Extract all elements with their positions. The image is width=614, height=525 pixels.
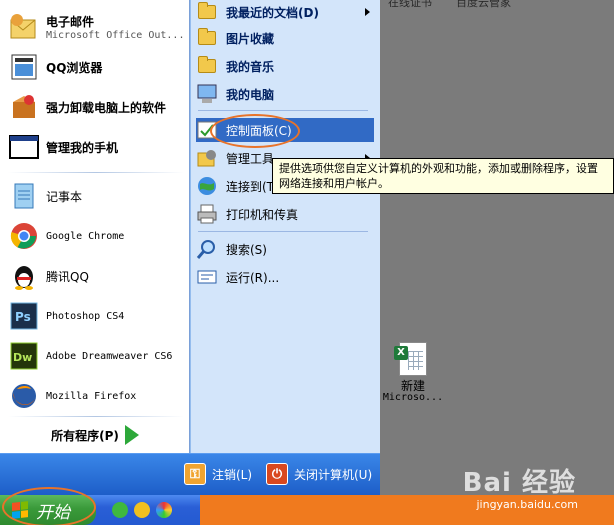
menu-divider — [8, 416, 184, 417]
menu-item-label: 管理我的手机 — [46, 140, 119, 155]
photoshop-icon: Ps — [8, 300, 40, 332]
menu-item-pictures[interactable]: 图片收藏 — [196, 26, 374, 50]
menu-item-label: 我的电脑 — [226, 87, 275, 102]
start-highlight-ring — [2, 487, 96, 525]
menu-item-label: QQ浏览器 — [46, 60, 103, 75]
power-icon: ⏻ — [266, 463, 288, 485]
logoff-label: 注销(L) — [212, 467, 253, 482]
all-programs-label: 所有程序(P) — [51, 428, 119, 443]
dreamweaver-icon: Dw — [8, 340, 40, 372]
menu-item-sublabel: Microsoft Office Out... — [46, 30, 185, 41]
menu-item-label: 我最近的文档(D) — [226, 5, 319, 20]
menu-item-my-computer[interactable]: 我的电脑 — [196, 82, 374, 106]
menu-item-email[interactable]: 电子邮件 Microsoft Office Out... — [0, 8, 190, 46]
run-icon — [196, 266, 218, 288]
uninstall-icon — [8, 91, 40, 123]
menu-item-music[interactable]: 我的音乐 — [196, 54, 374, 78]
menu-item-label: 腾讯QQ — [46, 269, 89, 284]
qq-browser-icon — [8, 51, 40, 83]
menu-item-label: Mozilla Firefox — [46, 390, 137, 402]
desktop-icon-new-excel[interactable]: X 新建 Microso... — [378, 342, 448, 404]
svg-text:Dw: Dw — [13, 351, 32, 364]
menu-item-run[interactable]: 运行(R)... — [196, 265, 374, 289]
menu-item-search[interactable]: 搜索(S) — [196, 237, 374, 261]
watermark-url: jingyan.baidu.com — [476, 498, 578, 511]
baidu-watermark: Bai 经验 — [462, 468, 576, 498]
menu-item-phone-manager[interactable]: 管理我的手机 — [0, 128, 190, 166]
start-menu-left-pane: 电子邮件 Microsoft Office Out... QQ浏览器 强力卸载电… — [0, 0, 190, 453]
music-folder-icon — [196, 55, 218, 77]
menu-item-dreamweaver[interactable]: Dw Adobe Dreamweaver CS6 — [0, 337, 190, 375]
menu-item-label: Photoshop CS4 — [46, 310, 125, 322]
menu-item-label: Google Chrome — [46, 230, 125, 242]
control-panel-tooltip: 提供选项供您自定义计算机的外观和功能，添加或删除程序，设置网络连接和用户帐户。 — [272, 158, 614, 194]
menu-item-label: 连接到(T) — [226, 179, 279, 194]
menu-item-uninstall[interactable]: 强力卸载电脑上的软件 — [0, 88, 190, 126]
excel-file-icon: X — [394, 342, 427, 376]
desktop-label[interactable]: 百度云管家 — [456, 0, 511, 10]
menu-item-label: Adobe Dreamweaver CS6 — [46, 350, 173, 362]
menu-item-printers[interactable]: 打印机和传真 — [196, 202, 374, 226]
logoff-button[interactable]: ⚿ 注销(L) — [184, 460, 252, 488]
submenu-arrow-icon — [365, 8, 370, 16]
recent-docs-icon — [196, 1, 218, 23]
menu-item-qq-browser[interactable]: QQ浏览器 — [0, 48, 190, 86]
search-icon — [196, 238, 218, 260]
shutdown-button[interactable]: ⏻ 关闭计算机(U) — [266, 460, 372, 488]
svg-text:Ps: Ps — [15, 310, 31, 324]
desktop-label[interactable]: 在线证书 — [388, 0, 432, 10]
menu-item-label: 搜索(S) — [226, 242, 267, 257]
menu-divider — [198, 231, 368, 232]
connect-to-icon — [196, 175, 218, 197]
shutdown-label: 关闭计算机(U) — [294, 467, 373, 482]
menu-item-label: 管理工具 — [226, 151, 275, 166]
my-computer-icon — [196, 83, 218, 105]
menu-item-qq[interactable]: 腾讯QQ — [0, 257, 190, 295]
green-arrow-icon — [124, 425, 139, 445]
start-menu: 电子邮件 Microsoft Office Out... QQ浏览器 强力卸载电… — [0, 0, 380, 495]
chrome-icon — [8, 220, 40, 252]
all-programs-button[interactable]: 所有程序(P) — [0, 418, 190, 452]
quicklaunch-icon[interactable] — [134, 502, 150, 518]
menu-item-chrome[interactable]: Google Chrome — [0, 217, 190, 255]
menu-item-label: 打印机和传真 — [226, 207, 299, 222]
menu-item-label: 电子邮件 — [46, 15, 95, 29]
menu-divider — [8, 172, 184, 173]
menu-item-label: 记事本 — [46, 189, 83, 204]
menu-item-label: 图片收藏 — [226, 31, 275, 46]
highlight-ring — [210, 114, 300, 148]
menu-item-notepad[interactable]: 记事本 — [0, 177, 190, 215]
menu-item-photoshop[interactable]: Ps Photoshop CS4 — [0, 297, 190, 335]
firefox-icon — [8, 380, 40, 412]
printer-icon — [196, 203, 218, 225]
phone-manager-icon — [8, 131, 40, 163]
key-icon: ⚿ — [184, 463, 206, 485]
qq-penguin-icon — [8, 260, 40, 292]
menu-item-label: 强力卸载电脑上的软件 — [46, 100, 167, 115]
outlook-icon — [8, 11, 40, 43]
admin-tools-icon — [196, 147, 218, 169]
desktop-icon-label: 新建 — [400, 379, 425, 393]
quicklaunch-icon[interactable] — [112, 502, 128, 518]
menu-item-firefox[interactable]: Mozilla Firefox — [0, 377, 190, 415]
notepad-icon — [8, 180, 40, 212]
menu-item-label: 我的音乐 — [226, 59, 275, 74]
desktop-icon-sublabel: Microso... — [382, 392, 444, 403]
menu-item-recent-docs[interactable]: 我最近的文档(D) — [196, 0, 374, 24]
menu-divider — [198, 110, 368, 111]
menu-item-label: 运行(R)... — [226, 270, 280, 285]
quicklaunch-icon[interactable] — [156, 502, 172, 518]
pictures-folder-icon — [196, 27, 218, 49]
